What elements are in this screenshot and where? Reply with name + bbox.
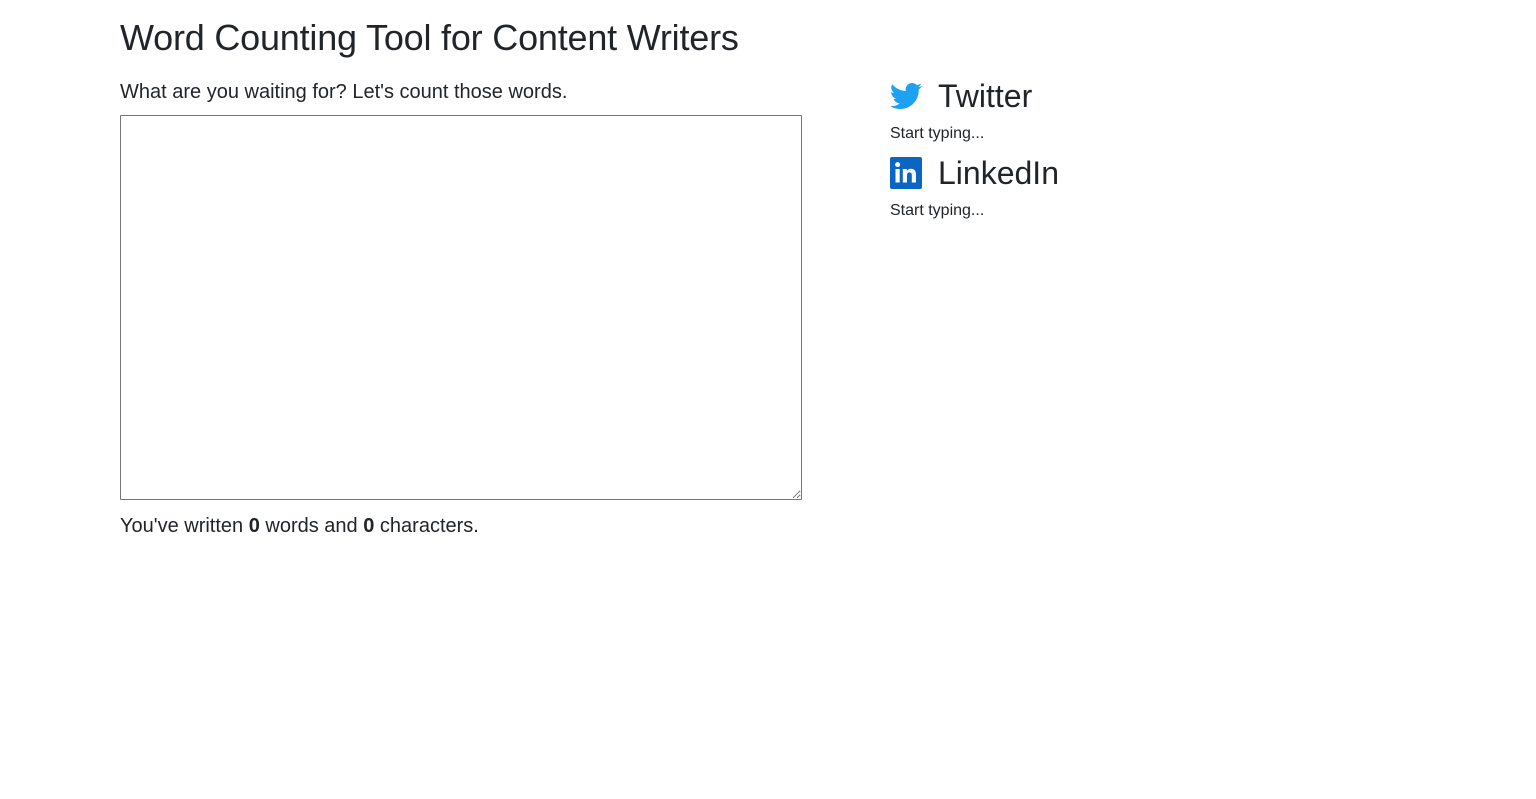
twitter-label: Twitter — [938, 78, 1033, 114]
count-summary-prefix: You've written — [120, 515, 249, 537]
editor-prompt: What are you waiting for? Let's count th… — [120, 81, 568, 103]
count-summary: You've written 0 words and 0 characters. — [120, 512, 802, 540]
page-title: Word Counting Tool for Content Writers — [120, 17, 739, 58]
twitter-status: Start typing... — [890, 125, 985, 142]
count-summary-middle: words and — [259, 515, 364, 537]
twitter-header: Twitter — [890, 78, 1390, 114]
linkedin-status: Start typing... — [890, 202, 985, 219]
twitter-section: Twitter Start typing... — [890, 78, 1390, 145]
editor-section: What are you waiting for? Let's count th… — [120, 78, 802, 540]
linkedin-section: LinkedIn Start typing... — [890, 155, 1390, 222]
linkedin-header: LinkedIn — [890, 155, 1390, 191]
linkedin-label: LinkedIn — [938, 155, 1059, 191]
twitter-bird-icon — [890, 80, 922, 112]
linkedin-logo-icon — [890, 157, 922, 189]
platform-limits-panel: Twitter Start typing... LinkedIn Start t… — [890, 78, 1390, 232]
word-count-value: 0 — [248, 515, 260, 537]
word-count-textarea[interactable] — [120, 115, 802, 500]
count-summary-suffix: characters. — [374, 515, 479, 537]
character-count-value: 0 — [363, 515, 375, 537]
